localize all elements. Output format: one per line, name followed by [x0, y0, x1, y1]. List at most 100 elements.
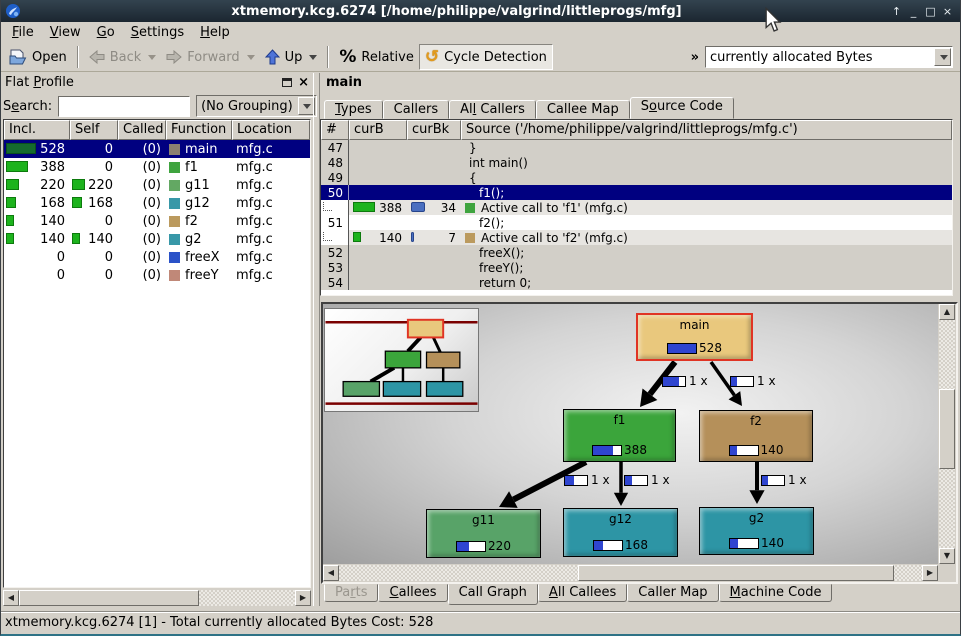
menu-file[interactable]: File	[4, 23, 42, 42]
table-row-g2[interactable]: 140140(0)g2mfg.c	[4, 230, 310, 248]
tab-all-callees[interactable]: All Callees	[538, 584, 627, 602]
column-header-self[interactable]: Self	[70, 120, 118, 140]
table-row-freeX[interactable]: 00(0)freeXmfg.c	[4, 248, 310, 266]
scroll-up-icon[interactable]: ▲	[939, 304, 955, 320]
flat-profile-table: Incl.SelfCalledFunctionLocation 5280(0)m…	[3, 119, 311, 588]
column-header-incl[interactable]: Incl.	[4, 120, 70, 140]
source-row-53[interactable]: 53freeY();	[321, 260, 952, 275]
scrollbar-thumb[interactable]	[939, 389, 955, 469]
scroll-right-icon[interactable]: ▶	[295, 590, 311, 606]
source-column-header[interactable]: Source ('/home/philippe/valgrind/littlep…	[461, 120, 952, 140]
column-header-function[interactable]: Function	[166, 120, 232, 140]
event-type-combo[interactable]: currently allocated Bytes	[705, 46, 953, 68]
tab-all-callers[interactable]: All Callers	[449, 100, 536, 119]
source-header: #curBcurBkSource ('/home/philippe/valgri…	[321, 120, 952, 140]
graph-hscrollbar[interactable]: ◀ ▶	[323, 564, 938, 582]
tab-callees[interactable]: Callees	[378, 584, 447, 602]
open-button[interactable]: Open	[4, 44, 72, 70]
scroll-right-icon[interactable]: ▶	[922, 565, 938, 581]
source-column-header[interactable]: curBk	[407, 120, 461, 140]
edge-call-count-main-f1: 1 x	[662, 374, 708, 388]
incl-cell: 0	[4, 266, 70, 284]
table-row-main[interactable]: 5280(0)mainmfg.c	[4, 140, 310, 158]
title-bar[interactable]: xtmemory.kcg.6274 [/home/philippe/valgri…	[1, 0, 960, 22]
back-dropdown-caret[interactable]	[148, 55, 156, 60]
source-row-54[interactable]: 54return 0;	[321, 275, 952, 290]
cycle-detection-button[interactable]: ↺ Cycle Detection	[419, 44, 553, 70]
graph-node-f1[interactable]: f1388	[563, 409, 676, 462]
graph-vscrollbar[interactable]: ▲ ▼	[938, 304, 956, 564]
table-row-freeY[interactable]: 00(0)freeYmfg.c	[4, 266, 310, 284]
up-button[interactable]: Up	[260, 44, 323, 70]
line-number-cell: 53	[321, 260, 349, 275]
source-column-header[interactable]: #	[321, 120, 349, 140]
graph-node-g12[interactable]: g12168	[563, 508, 678, 557]
scroll-left-icon[interactable]: ◀	[323, 565, 339, 581]
grouping-combo[interactable]: (No Grouping)	[196, 95, 317, 117]
tab-types[interactable]: Types	[324, 100, 383, 119]
scrollbar-thumb[interactable]	[578, 565, 894, 581]
call-graph-overview-map[interactable]	[324, 308, 479, 412]
table-row-g11[interactable]: 220220(0)g11mfg.c	[4, 176, 310, 194]
scrollbar-thumb[interactable]	[19, 590, 199, 606]
close-button[interactable]: ×	[939, 3, 956, 19]
source-row-47[interactable]: 47}	[321, 140, 952, 155]
menu-help[interactable]: Help	[192, 23, 238, 42]
minimize-button[interactable]: _	[905, 3, 922, 19]
tab-callers[interactable]: Callers	[383, 100, 449, 119]
keep-above-button[interactable]: ↑	[888, 3, 905, 19]
line-number-cell: 52	[321, 245, 349, 260]
call-cost-meter	[730, 376, 754, 387]
status-bar: xtmemory.kcg.6274 [1] - Total currently …	[1, 611, 960, 634]
source-row-call[interactable]: 38834Active call to 'f1' (mfg.c)	[321, 200, 952, 215]
graph-node-g11[interactable]: g11220	[426, 509, 541, 558]
incl-cell: 140	[4, 230, 70, 248]
dock-title-bar[interactable]: Flat Profile ×	[3, 73, 313, 91]
source-row-49[interactable]: 49{	[321, 170, 952, 185]
source-row-52[interactable]: 52freeX();	[321, 245, 952, 260]
graph-node-g2[interactable]: g2140	[699, 507, 814, 555]
called-cell: (0)	[118, 176, 166, 194]
tab-caller-map[interactable]: Caller Map	[627, 584, 718, 602]
line-number-cell	[321, 200, 349, 215]
tab-source-code[interactable]: Source Code	[630, 97, 734, 119]
relative-toggle-button[interactable]: % Relative	[334, 44, 418, 70]
toolbar-overflow-chevron[interactable]: »	[691, 50, 699, 65]
graph-node-f2[interactable]: f2140	[699, 410, 813, 462]
forward-button[interactable]: Forward	[161, 44, 259, 70]
table-row-f2[interactable]: 1400(0)f2mfg.c	[4, 212, 310, 230]
menu-settings[interactable]: Settings	[123, 23, 192, 42]
source-row-call[interactable]: 1407Active call to 'f2' (mfg.c)	[321, 230, 952, 245]
up-dropdown-caret[interactable]	[309, 55, 317, 60]
tab-call-graph[interactable]: Call Graph	[448, 584, 538, 605]
function-color-icon	[169, 270, 180, 281]
back-button[interactable]: Back	[84, 44, 162, 70]
menu-view[interactable]: View	[42, 23, 89, 42]
flat-profile-hscrollbar[interactable]: ◀ ▶	[3, 590, 311, 606]
search-input[interactable]	[58, 96, 190, 117]
graph-node-main[interactable]: main528	[636, 313, 753, 361]
scroll-left-icon[interactable]: ◀	[3, 590, 19, 606]
combo-arrow-button[interactable]	[934, 48, 951, 66]
column-header-location[interactable]: Location	[232, 120, 310, 140]
source-row-50[interactable]: 50f1();	[321, 185, 952, 200]
forward-dropdown-caret[interactable]	[247, 55, 255, 60]
table-row-g12[interactable]: 168168(0)g12mfg.c	[4, 194, 310, 212]
graph-node-label: main	[638, 315, 751, 332]
tab-machine-code[interactable]: Machine Code	[719, 584, 833, 602]
application-window: xtmemory.kcg.6274 [/home/philippe/valgri…	[0, 0, 961, 636]
column-header-called[interactable]: Called	[118, 120, 166, 140]
table-row-f1[interactable]: 3880(0)f1mfg.c	[4, 158, 310, 176]
curbk-cell	[407, 245, 461, 260]
call-graph-viewport[interactable]: 1 x1 x1 x1 x1 xmain528f1388f2140g11220g1…	[323, 304, 938, 564]
source-row-48[interactable]: 48int main()	[321, 155, 952, 170]
menu-go[interactable]: Go	[89, 23, 123, 42]
float-dock-icon[interactable]	[282, 78, 292, 87]
dock-close-icon[interactable]: ×	[298, 75, 309, 90]
maximize-button[interactable]: □	[922, 3, 939, 19]
scroll-down-icon[interactable]: ▼	[939, 548, 955, 564]
panel-splitter[interactable]	[313, 73, 320, 606]
source-column-header[interactable]: curB	[349, 120, 407, 140]
tab-callee-map[interactable]: Callee Map	[536, 100, 630, 119]
source-row-51[interactable]: 51f2();	[321, 215, 952, 230]
